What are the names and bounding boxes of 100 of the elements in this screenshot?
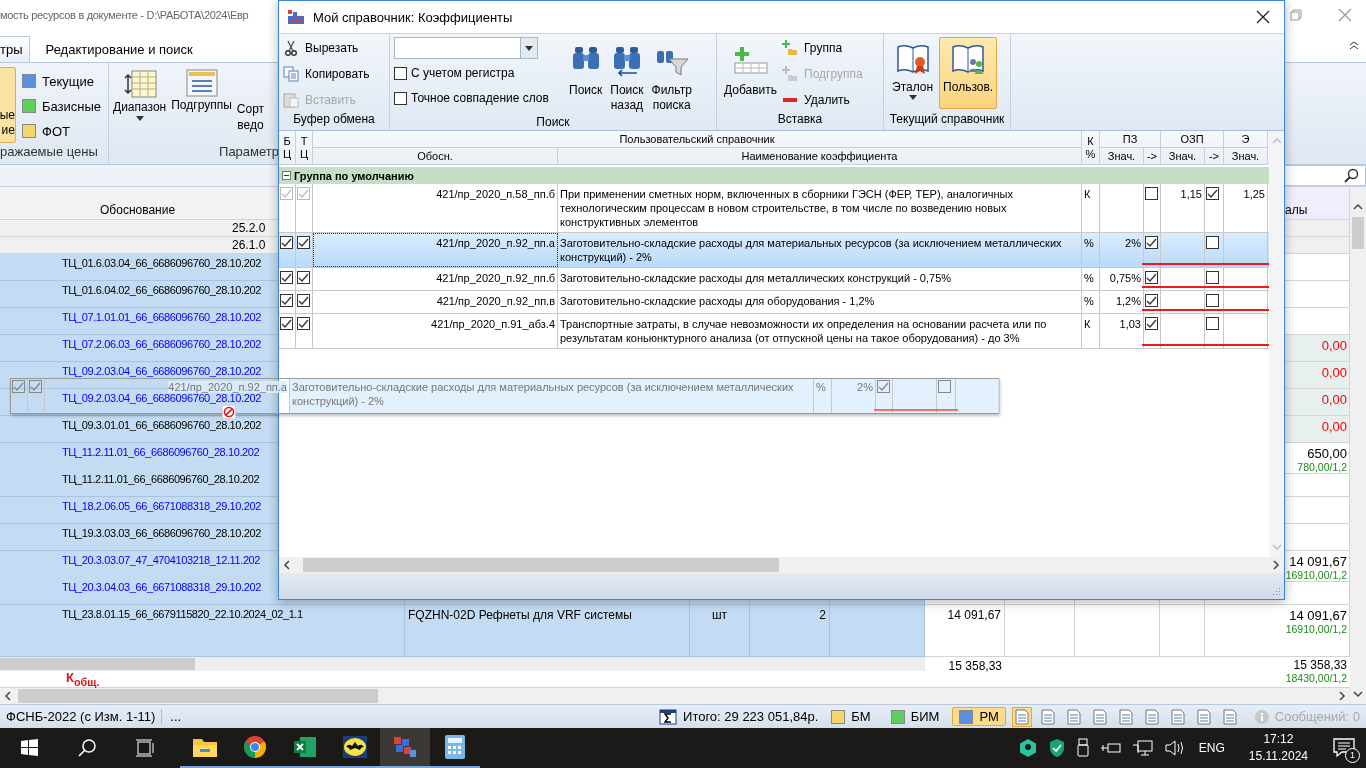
ribbon-button[interactable]: Диапазон — [113, 67, 167, 144]
toolbar-button[interactable]: Поиск — [566, 37, 606, 109]
cell-value: 0,00 — [1321, 338, 1347, 353]
price-type-button[interactable]: Текущие — [22, 71, 102, 91]
cell-value: 650,00 — [1307, 446, 1347, 461]
table-row[interactable]: 421/пр_2020_п.92_пп.а Заготовительно-складские расходы для материальных ресурсов (за исключением металлических конструкций) - 2% % 2% — [279, 233, 1269, 268]
ribbon-tab[interactable]: Редактирование и поиск — [45, 36, 209, 62]
table-cell: Транспортные затраты, в случае невозможности их определения на основании расчета или по результатам коньюнктурного анализа (от отпускной цены на такое оборудования) - до 3% — [560, 318, 1047, 344]
toolbar-button[interactable]: Группа — [782, 37, 863, 59]
table-row[interactable]: 421/пр_2020_п.92_пп.в Заготовительно-складские расходы для оборудования - 1,2% % 1,2% — [279, 291, 1269, 314]
column-header: Знач. — [1100, 148, 1144, 165]
column-header: Т Ц — [296, 131, 313, 165]
group-label: Параметр — [218, 144, 279, 161]
group-label: ражаемые цены — [0, 144, 99, 161]
column-header: Наименование коэффициента — [558, 148, 1082, 165]
cell-value: 14 091,67 — [1289, 608, 1347, 623]
add-button[interactable]: Добавить — [721, 37, 781, 109]
group-row[interactable]: Группа по умолчанию — [279, 167, 1269, 184]
table-cell: 14 091,67 — [925, 605, 1005, 657]
table-cell: % — [814, 379, 832, 413]
table-cell: FQZHN-02D Рефнеты для VRF системы — [405, 605, 690, 657]
cell-value: 0,00 — [1321, 419, 1347, 434]
table-cell: % — [1084, 295, 1094, 307]
column-header: Обосн. — [313, 148, 558, 165]
table-cell: 421/пр_2020_п.92_пп.в — [436, 295, 555, 307]
more-button[interactable]: ... — [161, 709, 182, 724]
toolbar-button[interactable]: Эталон — [888, 37, 938, 109]
table-cell: 1,2% — [1115, 295, 1141, 307]
window-title: мость ресурсов в документе - D:\РАБОТА\2024\Евр — [0, 9, 249, 21]
price-type-button[interactable]: ФОТ — [22, 121, 102, 141]
ribbon-button[interactable]: Сорт ведо — [236, 67, 265, 144]
language-indicator[interactable]: ENG — [1198, 741, 1225, 755]
table-cell: 421/пр_2020_п.58_пп.б — [436, 188, 555, 200]
group-label: Текущий справочник — [888, 112, 1006, 128]
column-header: -> — [1205, 148, 1224, 165]
table-cell: % — [1084, 237, 1094, 249]
toolbar-button[interactable]: Поиск назад — [607, 37, 647, 115]
column-header: Б Ц — [279, 131, 296, 165]
price-type-button[interactable]: Базисные — [22, 96, 102, 116]
group-label: Буфер обмена — [292, 112, 376, 128]
cell-note: 780,00/1,2 — [1297, 461, 1347, 473]
table-cell: 18430,00/1,2 — [1285, 672, 1347, 684]
ribbon-button[interactable]: Подгруппы — [171, 67, 232, 144]
column-header: Знач. — [1224, 148, 1268, 165]
column-header: К % — [1082, 131, 1100, 165]
column-header: ОЗП — [1161, 131, 1224, 148]
notifications-button[interactable]: 1 — [1322, 728, 1366, 768]
toolbar-button[interactable]: Вырезать — [283, 37, 359, 59]
table-row[interactable]: 421/пр_2020_п.92_пп.б Заготовительно-складские расходы для металлических конструкций - 0,75% % 0,75% — [279, 268, 1269, 291]
column-header: ПЗ — [1100, 131, 1161, 148]
table-cell: Заготовительно-складские расходы для металлических конструкций - 0,75% — [560, 272, 952, 284]
table-cell: 421/пр_2020_п.91_абз.4 — [431, 318, 555, 330]
table-cell-text: 15 358,33 — [947, 658, 1003, 675]
cell-note: 16910,00/1,2 — [1285, 569, 1347, 581]
price-mode-button[interactable]: БИМ — [883, 707, 947, 726]
table-cell: % — [1084, 272, 1094, 284]
column-header: Пользовательский справочник — [313, 131, 1082, 148]
toolbar-button[interactable]: Удалить — [782, 89, 863, 111]
table-cell: 0,75% — [1109, 272, 1141, 284]
cell-value: 0,00 — [1321, 392, 1347, 407]
dialog-title: Мой справочник: Коэффициенты — [313, 9, 514, 25]
toolbar-button[interactable]: Пользов. — [939, 37, 998, 109]
table-cell: 421/пр_2020_п.92_пп.а — [168, 381, 287, 393]
cell-value: 14 091,67 — [1289, 554, 1347, 569]
toolbar-button[interactable]: Фильтр поиска — [648, 37, 695, 115]
table-cell: При применении сметных норм, включенных в сборники ГЭСН (ФЕР, ТЕР), аналогичных технологическим процессам в новом строительстве, в том числе по возведению новых конструктивных элементов — [560, 188, 1013, 228]
cell-note: 16910,00/1,2 — [1285, 623, 1347, 635]
table-cell: К — [1084, 188, 1091, 200]
clock[interactable]: 17:12 15.11.2024 — [1248, 731, 1308, 765]
table-cell: 2% — [832, 379, 876, 413]
table-cell: Заготовительно-складские расходы для оборудования - 1,2% — [560, 295, 875, 307]
column-header: Э — [1224, 131, 1268, 148]
checkbox-option[interactable]: С учетом регистра — [394, 62, 554, 84]
cell-value: 0,00 — [1321, 365, 1347, 380]
table-cell: К — [1084, 318, 1091, 330]
table-cell: Заготовительно-складские расходы для материальных ресурсов (за исключением металлических конструкций) - 2% — [560, 237, 1062, 263]
price-mode-button[interactable]: ые ие — [0, 67, 16, 143]
total-sum: Итого: 29 223 051,84р. — [683, 709, 819, 724]
column-header: -> — [1144, 148, 1161, 165]
table-cell: Заготовительно-складские расходы для материальных ресурсов (за исключением металлических конструкций) - 2% — [290, 379, 814, 413]
ribbon-tab[interactable]: тры — [0, 36, 30, 62]
column-header: Знач. — [1161, 148, 1205, 165]
table-cell: 2 — [750, 605, 830, 657]
group-label: Вставка — [776, 112, 824, 128]
table-cell: 1,15 — [1180, 188, 1202, 200]
checkbox-option[interactable]: Точное совпадение слов — [394, 87, 554, 109]
table-cell: шт — [690, 605, 750, 657]
table-cell: 1,25 — [1243, 188, 1265, 200]
table-cell: ТЦ_23.8.01.15_66_6679115820_22.10.2024_02_1.1 — [60, 605, 405, 657]
price-mode-button[interactable]: БМ — [824, 707, 878, 726]
toolbar-button[interactable]: Копировать — [283, 63, 370, 85]
table-cell: 421/пр_2020_п.92_пп.а — [436, 237, 555, 249]
table-cell: 2% — [1125, 237, 1141, 249]
table-cell-text: К$_{общ.}$ — [65, 671, 101, 687]
table-cell: 15 358,33 — [1293, 658, 1347, 672]
table-cell: 421/пр_2020_п.92_пп.б — [436, 272, 555, 284]
table-cell: 1,03 — [1119, 318, 1141, 330]
price-mode-button[interactable]: РМ — [952, 707, 1006, 726]
group-label: Поиск — [535, 115, 571, 130]
status-text: ФСНБ-2022 (с Изм. 1-11) — [6, 709, 156, 724]
